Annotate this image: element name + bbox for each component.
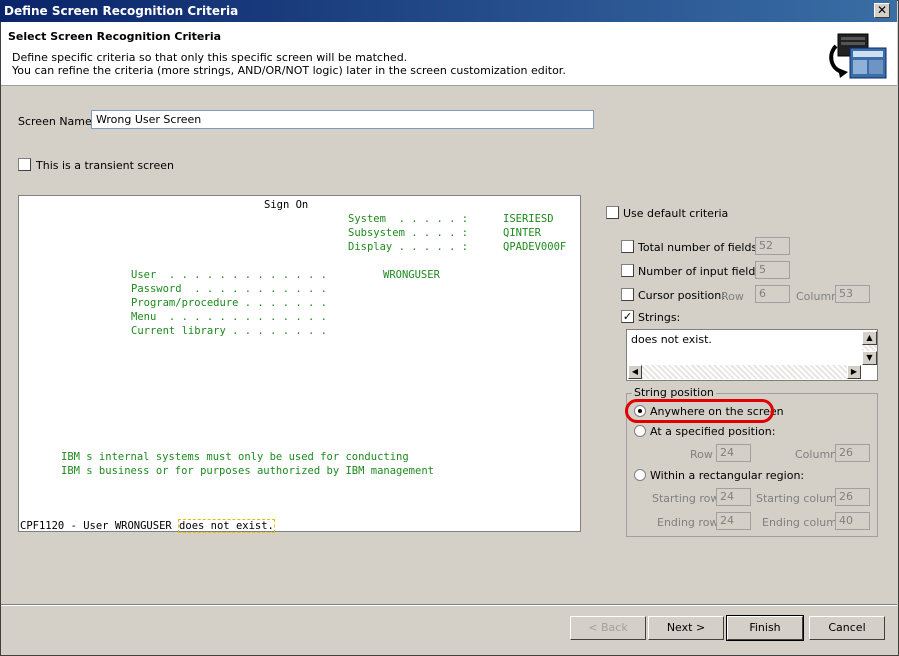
terminal-message-prefix: CPF1120 - User WRONGUSER bbox=[20, 520, 179, 532]
terminal-system-value: ISERIESD bbox=[503, 213, 554, 225]
ending-row-input[interactable]: 24 bbox=[716, 512, 751, 530]
specified-row-label: Row bbox=[690, 448, 713, 461]
specified-column-label: Column bbox=[795, 448, 838, 461]
strings-list-item[interactable]: does not exist. bbox=[631, 333, 712, 346]
cancel-button[interactable]: Cancel bbox=[809, 616, 885, 640]
next-button[interactable]: Next > bbox=[648, 616, 724, 640]
terminal-notice-line1: IBM s internal systems must only be used… bbox=[61, 451, 409, 463]
strings-list[interactable]: does not exist. ▲ ▼ ◀ ▶ bbox=[626, 329, 878, 381]
string-position-title: String position bbox=[632, 386, 716, 399]
terminal-menu-label: Menu . . . . . . . . . . . . . bbox=[131, 311, 327, 323]
terminal-password-label: Password . . . . . . . . . . . bbox=[131, 283, 327, 295]
horizontal-scrollbar-track[interactable] bbox=[642, 365, 847, 379]
terminal-notice-line2: IBM s business or for purposes authorize… bbox=[61, 465, 434, 477]
terminal-title: Sign On bbox=[264, 199, 309, 211]
total-fields-label: Total number of fields: bbox=[638, 241, 761, 254]
starting-row-label: Starting row bbox=[652, 492, 720, 505]
use-default-criteria-checkbox[interactable] bbox=[606, 206, 619, 219]
specified-position-radio[interactable] bbox=[634, 425, 646, 437]
scroll-up-button[interactable]: ▲ bbox=[862, 331, 877, 345]
terminal-display-label: Display . . . . . : bbox=[348, 241, 469, 253]
cursor-row-label: Row bbox=[721, 290, 744, 303]
scroll-right-button[interactable]: ▶ bbox=[847, 365, 861, 379]
input-fields-label: Number of input fields: bbox=[638, 265, 765, 278]
bottom-separator bbox=[1, 604, 897, 606]
cursor-position-checkbox[interactable] bbox=[621, 288, 634, 301]
starting-column-input[interactable]: 26 bbox=[835, 488, 870, 506]
annotation-highlight-oval bbox=[625, 399, 774, 423]
input-fields-checkbox[interactable] bbox=[621, 264, 634, 277]
specified-row-input[interactable]: 24 bbox=[716, 444, 751, 462]
strings-checkbox[interactable]: ✓ bbox=[621, 310, 634, 323]
screen-preview: Sign On System . . . . . : ISERIESD Subs… bbox=[18, 195, 581, 533]
back-button[interactable]: < Back bbox=[570, 616, 646, 640]
terminal-system-label: System . . . . . : bbox=[348, 213, 469, 225]
finish-button[interactable]: Finish bbox=[726, 615, 804, 641]
ending-column-label: Ending column bbox=[762, 516, 844, 529]
total-fields-input[interactable]: 52 bbox=[755, 237, 790, 255]
banner-title: Select Screen Recognition Criteria bbox=[8, 30, 222, 43]
transient-screen-label: This is a transient screen bbox=[36, 159, 174, 172]
rectangular-region-label: Within a rectangular region: bbox=[650, 469, 805, 482]
specified-position-label: At a specified position: bbox=[650, 425, 776, 438]
starting-row-input[interactable]: 24 bbox=[716, 488, 751, 506]
terminal-message[interactable]: CPF1120 - User WRONGUSER does not exist. bbox=[20, 519, 275, 533]
use-default-criteria-label: Use default criteria bbox=[623, 207, 729, 220]
terminal-user-label: User . . . . . . . . . . . . . bbox=[131, 269, 327, 281]
terminal-display-value: QPADEV000F bbox=[503, 241, 567, 253]
transient-screen-checkbox[interactable] bbox=[18, 158, 31, 171]
total-fields-checkbox[interactable] bbox=[621, 240, 634, 253]
screen-name-label: Screen Name: bbox=[18, 115, 96, 128]
starting-column-label: Starting column bbox=[756, 492, 844, 505]
scroll-left-button[interactable]: ◀ bbox=[628, 365, 642, 379]
banner-description-line1: Define specific criteria so that only th… bbox=[12, 51, 408, 64]
terminal-library-label: Current library . . . . . . . . bbox=[131, 325, 327, 337]
selected-string-highlight[interactable]: does not exist. bbox=[178, 519, 275, 533]
cursor-column-input[interactable]: 53 bbox=[835, 285, 870, 303]
close-button[interactable]: ✕ bbox=[874, 3, 890, 18]
ending-row-label: Ending row bbox=[657, 516, 719, 529]
terminal-program-label: Program/procedure . . . . . . . bbox=[131, 297, 327, 309]
cursor-row-input[interactable]: 6 bbox=[755, 285, 790, 303]
strings-label: Strings: bbox=[638, 311, 681, 324]
banner-description-line2: You can refine the criteria (more string… bbox=[12, 64, 566, 77]
terminal-user-value: WRONGUSER bbox=[383, 269, 440, 281]
cursor-column-label: Column bbox=[796, 290, 839, 303]
specified-column-input[interactable]: 26 bbox=[835, 444, 870, 462]
cursor-position-label: Cursor position: bbox=[638, 289, 725, 302]
input-fields-input[interactable]: 5 bbox=[755, 261, 790, 279]
title-bar: Define Screen Recognition Criteria bbox=[0, 0, 897, 22]
rectangular-region-radio[interactable] bbox=[634, 469, 646, 481]
terminal-subsystem-value: QINTER bbox=[503, 227, 541, 239]
scroll-down-button[interactable]: ▼ bbox=[862, 351, 877, 365]
ending-column-input[interactable]: 40 bbox=[835, 512, 870, 530]
screen-wizard-icon bbox=[826, 32, 890, 90]
terminal-subsystem-label: Subsystem . . . . : bbox=[348, 227, 469, 239]
screen-name-input[interactable]: Wrong User Screen bbox=[91, 110, 594, 129]
